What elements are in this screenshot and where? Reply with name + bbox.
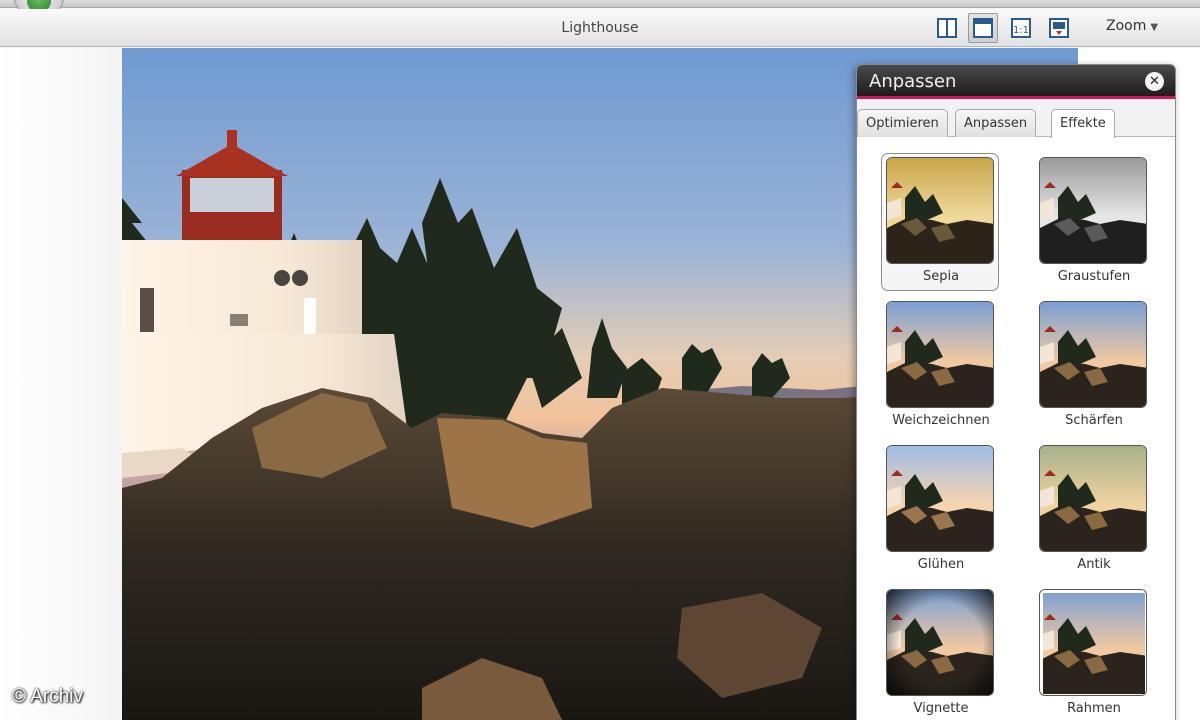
tab-anpassen[interactable]: Anpassen	[955, 109, 1037, 137]
effect-label: Sepia	[922, 269, 960, 284]
effect-label: Rahmen	[1067, 701, 1121, 716]
effect-label: Weichzeichnen	[892, 413, 990, 428]
adjust-panel: Anpassen ✕ Optimieren Anpassen Effekte S…	[856, 64, 1176, 720]
effect-normal-tile[interactable]: Weichzeichnen	[881, 297, 1001, 437]
effects-grid: Sepia Graustufen Weichzeichnen Schärfen Glüh…	[857, 137, 1175, 720]
split-view-button[interactable]	[932, 13, 962, 43]
effect-label: Schärfen	[1065, 413, 1123, 428]
effect-vignette-tile[interactable]: Vignette	[881, 585, 1001, 720]
filmstrip-view-button[interactable]	[968, 13, 998, 43]
fit-to-window-icon	[1049, 18, 1069, 38]
effect-preview-thumbnail	[1039, 589, 1147, 696]
effect-gray-tile[interactable]: Graustufen	[1034, 153, 1154, 293]
panel-header: Anpassen ✕	[857, 65, 1175, 99]
effect-antique-tile[interactable]: Antik	[1034, 441, 1154, 581]
chevron-down-icon: ▼	[1150, 22, 1159, 33]
effect-preview-thumbnail	[1039, 445, 1147, 552]
window-top-strip	[0, 0, 1200, 8]
actual-size-button[interactable]: 1:1	[1006, 13, 1036, 43]
panel-title: Anpassen	[869, 71, 957, 92]
tab-optimieren[interactable]: Optimieren	[857, 109, 948, 137]
panel-tabs: Optimieren Anpassen Effekte	[857, 99, 1175, 138]
effect-label: Glühen	[917, 557, 965, 572]
canvas-left-margin	[0, 48, 122, 720]
toolbar: Lighthouse 1:1 Zoom ▼	[0, 9, 1200, 47]
effect-normal-tile[interactable]: Schärfen	[1034, 297, 1154, 437]
close-button[interactable]: ✕	[1145, 72, 1164, 91]
close-icon: ✕	[1149, 74, 1160, 89]
fit-to-window-button[interactable]	[1044, 13, 1074, 43]
effect-label: Antik	[1077, 557, 1111, 572]
effect-preview-thumbnail	[886, 445, 994, 552]
copyright-watermark: © Archiv	[12, 686, 84, 707]
zoom-label: Zoom	[1106, 18, 1147, 34]
zoom-dropdown[interactable]: Zoom ▼	[1106, 18, 1158, 34]
svg-text:1:1: 1:1	[1013, 25, 1029, 36]
effect-preview-thumbnail	[1039, 301, 1147, 408]
tab-effekte[interactable]: Effekte	[1051, 109, 1115, 138]
effect-label: Vignette	[913, 701, 969, 716]
effect-preview-thumbnail	[886, 157, 994, 264]
effect-sepia-tile[interactable]: Sepia	[881, 153, 1001, 293]
filmstrip-view-icon	[973, 18, 993, 38]
effect-preview-thumbnail	[886, 301, 994, 408]
actual-size-icon: 1:1	[1011, 18, 1031, 38]
split-view-icon	[937, 18, 957, 38]
effect-glow-tile[interactable]: Glühen	[881, 441, 1001, 581]
effect-frame-tile[interactable]: Rahmen	[1034, 585, 1154, 720]
effect-preview-thumbnail	[1039, 157, 1147, 264]
effect-preview-thumbnail	[886, 589, 994, 696]
effect-label: Graustufen	[1057, 269, 1131, 284]
